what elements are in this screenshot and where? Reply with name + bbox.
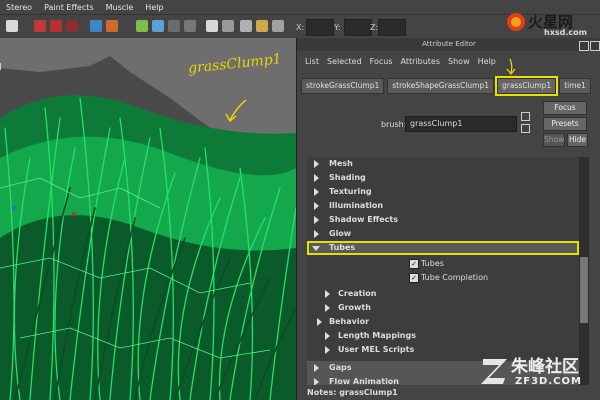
show-button[interactable]: Show [543, 133, 565, 147]
collapse-arrow-icon [312, 246, 320, 251]
tube-completion-label: Tube Completion [421, 273, 489, 282]
close-icon[interactable] [590, 41, 600, 51]
focus-button[interactable]: Focus [543, 101, 587, 115]
3d-viewport[interactable]: grassClump1 [0, 38, 296, 400]
notes-field[interactable]: Notes: grassClump1 [307, 388, 398, 397]
ipr-render-icon[interactable] [168, 20, 180, 32]
tube-completion-checkbox[interactable]: ✓ [409, 273, 419, 283]
y-label: Y: [334, 23, 341, 32]
notes-value: grassClump1 [339, 388, 398, 397]
hypershade-icon[interactable] [206, 20, 218, 32]
expand-arrow-icon [314, 230, 319, 238]
node-tabs: strokeGrassClump1 strokeShapeGrassClump1… [301, 76, 594, 96]
float-icon[interactable] [579, 41, 589, 51]
menu-stereo[interactable]: Stereo [6, 3, 32, 12]
expand-arrow-icon [314, 202, 319, 210]
z-field[interactable] [378, 19, 406, 36]
ae-menu-focus[interactable]: Focus [370, 57, 393, 66]
zf3d-logo-icon [481, 359, 507, 384]
section-illumination[interactable]: Illumination [307, 199, 579, 213]
brush-input-icon[interactable] [521, 112, 530, 121]
scrollbar-thumb[interactable] [580, 257, 588, 323]
section-growth[interactable]: Growth [307, 301, 579, 315]
expand-arrow-icon [314, 188, 319, 196]
expand-arrow-icon [314, 174, 319, 182]
ae-menu-help[interactable]: Help [478, 57, 496, 66]
snap-grid-icon[interactable] [90, 20, 102, 32]
section-length-mappings[interactable]: Length Mappings [307, 329, 579, 343]
tubes-checkbox-label: Tubes [421, 259, 444, 268]
ae-menu-list[interactable]: List [305, 57, 319, 66]
z-label: Z: [370, 23, 379, 32]
snap-icon[interactable] [6, 20, 18, 32]
x-label: X: [296, 23, 305, 32]
brush-label: brush: [381, 120, 407, 129]
expand-arrow-icon [314, 378, 319, 385]
light-icon[interactable] [256, 20, 268, 32]
menu-muscle[interactable]: Muscle [106, 3, 134, 12]
expand-arrow-icon [325, 346, 330, 354]
sections-scrollbar[interactable] [579, 157, 589, 385]
expand-arrow-icon [325, 290, 330, 298]
render-settings-icon[interactable] [184, 20, 196, 32]
history-icon[interactable] [136, 20, 148, 32]
attribute-editor-menu: List Selected Focus Attributes Show Help [297, 54, 600, 68]
expand-arrow-icon [317, 318, 322, 326]
section-creation[interactable]: Creation [307, 287, 579, 301]
section-behavior[interactable]: Behavior [307, 315, 579, 329]
render-icon[interactable] [152, 20, 164, 32]
select-component-icon[interactable] [66, 20, 78, 32]
annotation-down-arrow-icon [506, 58, 516, 76]
tubes-checkbox[interactable]: ✓ [409, 259, 419, 269]
section-texturing[interactable]: Texturing [307, 185, 579, 199]
hide-button[interactable]: Hide [567, 133, 588, 147]
section-glow[interactable]: Glow [307, 227, 579, 241]
ae-menu-selected[interactable]: Selected [327, 57, 362, 66]
menu-paint-effects[interactable]: Paint Effects [44, 3, 94, 12]
tab-grassclump1[interactable]: grassClump1 [495, 76, 559, 96]
attribute-editor-title: Attribute Editor [297, 38, 600, 51]
expand-arrow-icon [314, 160, 319, 168]
annotation-arrow-icon [225, 99, 247, 123]
hxsd-logo: 火星网 hxsd.com [496, 10, 596, 37]
section-shading[interactable]: Shading [307, 171, 579, 185]
logo-url: hxsd.com [544, 28, 587, 37]
tab-time1[interactable]: time1 [559, 78, 591, 94]
y-field[interactable] [344, 19, 372, 36]
expand-arrow-icon [314, 364, 319, 372]
watermark-title: 朱峰社区 [511, 357, 579, 377]
attribute-sections-list: Mesh Shading Texturing Illumination Shad… [307, 157, 579, 385]
lock-icon[interactable] [240, 20, 252, 32]
section-shadow-effects[interactable]: Shadow Effects [307, 213, 579, 227]
menu-help[interactable]: Help [145, 3, 163, 12]
section-mesh[interactable]: Mesh [307, 157, 579, 171]
zf3d-watermark: 朱峰社区 ZF3D.COM [481, 352, 599, 398]
notes-label: Notes: [307, 388, 337, 397]
transform-icon[interactable] [272, 20, 284, 32]
x-field[interactable] [306, 19, 334, 36]
expand-arrow-icon [325, 304, 330, 312]
select-object-icon[interactable] [50, 20, 62, 32]
viewport-edge-marker [0, 63, 1, 70]
camera-icon[interactable] [222, 20, 234, 32]
attribute-editor-panel: Attribute Editor List Selected Focus Att… [296, 38, 600, 400]
section-tubes[interactable]: Tubes [307, 241, 579, 255]
tab-strokeshapegrassclump1[interactable]: strokeShapeGrassClump1 [387, 78, 495, 94]
brush-output-icon[interactable] [521, 124, 530, 133]
logo-icon [507, 13, 525, 31]
grass-render [0, 38, 296, 400]
snap-curve-icon[interactable] [106, 20, 118, 32]
watermark-url: ZF3D.COM [515, 376, 582, 387]
ae-menu-attributes[interactable]: Attributes [401, 57, 441, 66]
tab-strokegrassclump1[interactable]: strokeGrassClump1 [301, 78, 385, 94]
select-hierarchy-icon[interactable] [34, 20, 46, 32]
expand-arrow-icon [314, 216, 319, 224]
expand-arrow-icon [325, 332, 330, 340]
brush-name-field[interactable]: grassClump1 [405, 116, 517, 132]
ae-menu-show[interactable]: Show [448, 57, 470, 66]
presets-button[interactable]: Presets [543, 117, 587, 131]
